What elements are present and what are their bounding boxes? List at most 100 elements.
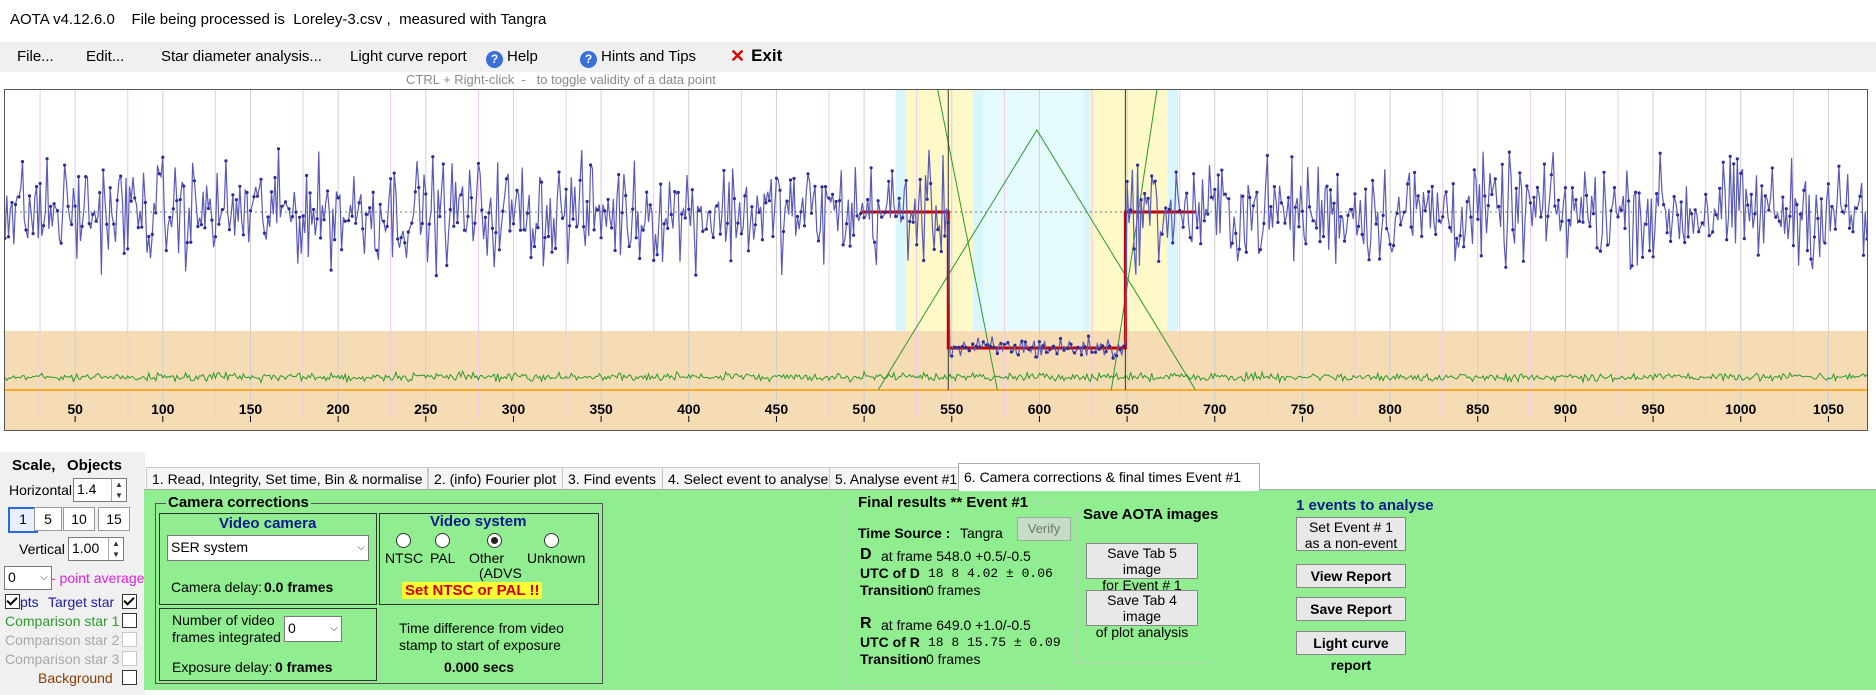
target-star-data-point bbox=[1423, 209, 1427, 213]
menu-file[interactable]: File... bbox=[17, 48, 54, 65]
menu-help[interactable]: ? Help bbox=[486, 48, 538, 68]
light-curve-plot[interactable]: 50 100 150 200 250 300 350 400 450 500 550 600 650 70… bbox=[3, 89, 1869, 431]
target-star-data-point bbox=[676, 190, 680, 194]
r-label: R bbox=[860, 615, 872, 632]
target-star-data-point bbox=[876, 199, 880, 203]
target-star-data-point bbox=[1634, 190, 1638, 194]
target-star-data-point bbox=[420, 221, 424, 226]
target-star-checkbox-wrap[interactable] bbox=[122, 594, 137, 610]
target-star-data-point bbox=[1812, 235, 1816, 239]
target-star-data-point bbox=[1497, 204, 1501, 209]
target-star-data-point bbox=[1129, 208, 1133, 212]
tab-camera-corrections[interactable]: 6. Camera corrections & final times Even… bbox=[958, 463, 1260, 491]
target-star-data-point bbox=[774, 176, 779, 180]
target-star-data-point bbox=[704, 227, 708, 231]
save-report-button[interactable]: Save Report bbox=[1296, 597, 1406, 621]
save-tab4-image-button[interactable]: Save Tab 4 image of plot analysis bbox=[1086, 590, 1198, 640]
target-star-data-point bbox=[1055, 352, 1059, 356]
tab-read-integrity[interactable]: 1. Read, Integrity, Set time, Bin & norm… bbox=[146, 467, 428, 490]
target-star-data-point bbox=[1791, 244, 1795, 248]
menu-exit[interactable]: ✕ Exit bbox=[730, 46, 782, 67]
target-star-data-point bbox=[224, 159, 228, 163]
radio-other-wrap[interactable] bbox=[487, 533, 502, 551]
tab-find-events[interactable]: 3. Find events bbox=[562, 467, 664, 490]
scale-button-15[interactable]: 15 bbox=[98, 507, 130, 531]
target-star-data-point bbox=[1753, 212, 1757, 216]
x-tick-label: 1050 bbox=[1813, 401, 1844, 417]
radio-ntsc[interactable] bbox=[396, 533, 411, 548]
set-non-event-button[interactable]: Set Event # 1 as a non-event bbox=[1296, 517, 1406, 551]
vertical-scale-spinner[interactable]: 1.00 ▲ ▼ bbox=[68, 537, 124, 561]
menu-star-diameter[interactable]: Star diameter analysis... bbox=[161, 48, 322, 65]
target-star-data-point bbox=[1220, 168, 1224, 172]
scale-button-5[interactable]: 5 bbox=[34, 507, 62, 531]
tab-fourier-plot[interactable]: 2. (info) Fourier plot bbox=[428, 467, 564, 490]
vertical-label: Vertical bbox=[19, 541, 65, 557]
target-star-data-point bbox=[620, 211, 624, 215]
light-curve-report-button[interactable]: Light curve report bbox=[1296, 631, 1406, 673]
menu-hints[interactable]: ? Hints and Tips bbox=[580, 48, 696, 68]
target-star-data-point bbox=[725, 221, 730, 225]
target-star-data-point bbox=[1767, 208, 1771, 212]
save-tab5-image-button[interactable]: Save Tab 5 image for Event # 1 bbox=[1086, 543, 1198, 593]
target-star-data-point bbox=[466, 214, 470, 219]
target-star-data-point bbox=[336, 196, 340, 200]
verify-button[interactable]: Verify bbox=[1017, 517, 1071, 541]
target-star-data-point bbox=[1619, 208, 1624, 212]
view-report-button[interactable]: View Report bbox=[1296, 564, 1406, 588]
target-star-data-point bbox=[1816, 216, 1820, 221]
target-star-data-point bbox=[1493, 177, 1497, 181]
target-star-data-point bbox=[1858, 194, 1862, 198]
point-average-value: 0 bbox=[8, 569, 16, 585]
horizontal-scale-spinner[interactable]: 1.4 ▲ ▼ bbox=[73, 478, 127, 502]
menu-edit[interactable]: Edit... bbox=[86, 48, 124, 65]
target-star-data-point bbox=[154, 211, 158, 215]
utc-d-label: UTC of D bbox=[860, 565, 920, 581]
target-star-data-point bbox=[1160, 232, 1164, 236]
tab-analyse-event[interactable]: 5. Analyse event #1 bbox=[829, 467, 969, 490]
target-star-data-point bbox=[1374, 222, 1378, 226]
radio-ntsc-wrap[interactable] bbox=[396, 533, 411, 551]
target-star-data-point bbox=[1511, 228, 1515, 232]
background-checkbox[interactable] bbox=[122, 670, 137, 685]
menu-light-curve-report[interactable]: Light curve report bbox=[350, 48, 467, 65]
scale-button-10[interactable]: 10 bbox=[63, 507, 95, 531]
target-star-data-point bbox=[1178, 208, 1182, 213]
comparison-star-1-checkbox[interactable] bbox=[122, 613, 137, 628]
up-down-arrows-icon[interactable]: ▲ ▼ bbox=[111, 479, 126, 501]
camera-model-select[interactable]: SER system ⌵ bbox=[167, 535, 369, 561]
target-star-data-point bbox=[1413, 170, 1417, 175]
target-star-data-point bbox=[739, 232, 744, 236]
target-star-checkbox[interactable] bbox=[122, 594, 137, 609]
target-star-data-point bbox=[1272, 185, 1276, 189]
target-star-data-point bbox=[49, 204, 53, 208]
up-down-arrows-icon[interactable]: ▲ ▼ bbox=[108, 538, 123, 560]
radio-other[interactable] bbox=[487, 533, 502, 548]
target-star-data-point bbox=[1125, 179, 1129, 184]
target-star-data-point bbox=[1504, 265, 1508, 269]
radio-unknown[interactable] bbox=[544, 533, 559, 548]
target-star-data-point bbox=[511, 222, 516, 226]
target-star-data-point bbox=[1097, 347, 1101, 351]
frames-integrated-select[interactable]: 0 ⌵ bbox=[284, 616, 342, 642]
target-star-data-point bbox=[1016, 353, 1021, 357]
target-star-data-point bbox=[862, 216, 866, 220]
background-checkbox-wrap[interactable] bbox=[122, 670, 137, 686]
pts-checkbox[interactable] bbox=[5, 594, 20, 609]
target-star-data-point bbox=[59, 241, 63, 245]
target-star-data-point bbox=[129, 199, 133, 203]
target-star-data-point bbox=[1006, 341, 1010, 345]
radio-pal-wrap[interactable] bbox=[435, 533, 450, 551]
target-star-data-point bbox=[978, 345, 982, 349]
target-star-data-point bbox=[1399, 223, 1403, 227]
target-star-data-point bbox=[483, 215, 487, 219]
comparison-star-1-checkbox-wrap[interactable] bbox=[122, 613, 137, 629]
tab-select-event[interactable]: 4. Select event to analyse bbox=[662, 467, 842, 490]
radio-pal[interactable] bbox=[435, 533, 450, 548]
radio-unknown-wrap[interactable] bbox=[544, 533, 559, 551]
point-average-select[interactable]: 0 ⌵ bbox=[4, 566, 52, 590]
target-star-data-point bbox=[1725, 238, 1729, 242]
light-curve-svg[interactable]: 50 100 150 200 250 300 350 400 450 500 550 600 650 70… bbox=[3, 89, 1869, 430]
pts-checkbox-row[interactable]: pts bbox=[5, 594, 39, 610]
target-star-data-point bbox=[343, 219, 347, 223]
